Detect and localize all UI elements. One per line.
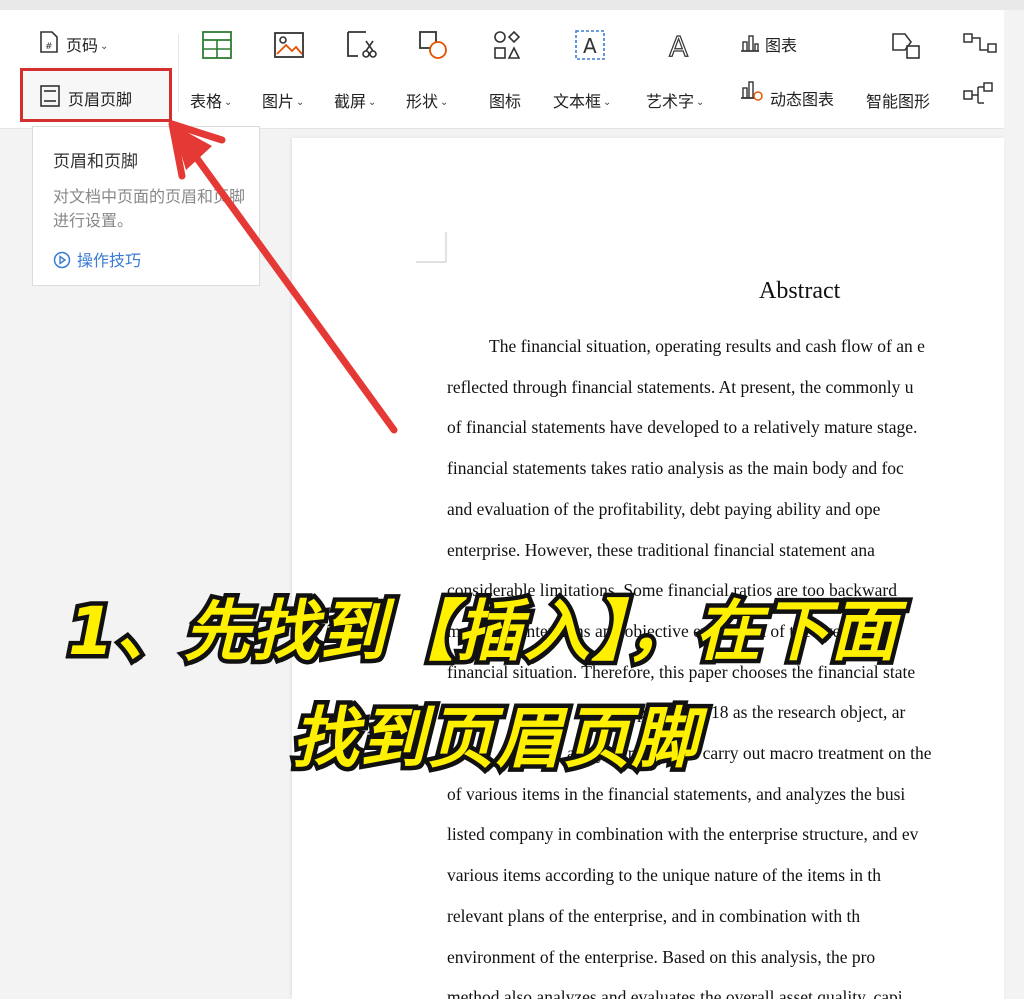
flowchart-icon[interactable] bbox=[962, 30, 1002, 56]
smart-shape-button[interactable]: 智能图形 bbox=[866, 88, 930, 112]
dynamic-chart-icon bbox=[738, 76, 764, 102]
caption-line-1: 1、先找到【插入】，在下面 bbox=[64, 589, 902, 675]
chart-label: 图表 bbox=[765, 36, 798, 55]
icon-library-label: 图标 bbox=[489, 92, 522, 111]
document-line: The financial situation, operating resul… bbox=[489, 336, 925, 356]
header-footer-icon bbox=[39, 84, 61, 108]
header-footer-tooltip: 页眉和页脚 对文档中页面的页眉和页脚进行设置。 操作技巧 bbox=[32, 126, 260, 286]
tooltip-tips-link[interactable]: 操作技巧 bbox=[53, 247, 141, 271]
document-line: method also analyzes and evaluates the o… bbox=[447, 987, 903, 999]
window-top-strip bbox=[0, 0, 1024, 10]
ribbon-divider bbox=[178, 34, 179, 112]
document-line: financial statements takes ratio analysi… bbox=[447, 458, 904, 479]
document-line: enterprise. However, these traditional f… bbox=[447, 539, 875, 560]
chevron-down-icon: ⌄ bbox=[368, 97, 377, 108]
document-title: Abstract bbox=[759, 278, 841, 304]
play-circle-icon bbox=[53, 251, 71, 269]
svg-text:A: A bbox=[669, 30, 688, 62]
chevron-down-icon: ⌄ bbox=[603, 97, 612, 108]
header-footer-label: 页眉页脚 bbox=[68, 90, 133, 109]
wordart-button[interactable]: 艺术字 ⌄ bbox=[646, 88, 704, 112]
table-button[interactable]: 表格 ⌄ bbox=[190, 88, 232, 112]
screenshot-icon bbox=[344, 28, 378, 62]
screenshot-button[interactable]: 截屏 ⌄ bbox=[334, 88, 376, 112]
chart-icon bbox=[738, 30, 762, 54]
tooltip-title: 页眉和页脚 bbox=[53, 152, 138, 172]
margin-corner-mark bbox=[416, 232, 447, 263]
document-page[interactable]: Abstract The financial situation, operat… bbox=[292, 138, 1004, 999]
smart-shape-label: 智能图形 bbox=[866, 92, 931, 111]
icon-library-icon bbox=[490, 28, 524, 62]
chevron-down-icon: ⌄ bbox=[296, 97, 305, 108]
textbox-label: 文本框 bbox=[553, 92, 602, 111]
picture-icon bbox=[272, 28, 306, 62]
tooltip-link-label: 操作技巧 bbox=[77, 251, 142, 270]
shape-button[interactable]: 形状 ⌄ bbox=[406, 88, 448, 112]
shape-icon bbox=[416, 28, 450, 62]
table-label: 表格 bbox=[190, 92, 223, 111]
chart-button[interactable]: 图表 bbox=[765, 32, 797, 56]
tooltip-description: 对文档中页面的页眉和页脚进行设置。 bbox=[53, 187, 246, 230]
document-line: environment of the enterprise. Based on … bbox=[447, 946, 876, 967]
document-line: various items according to the unique na… bbox=[447, 865, 881, 886]
icon-library-button[interactable]: 图标 bbox=[489, 88, 521, 112]
mindmap-icon[interactable] bbox=[962, 82, 1002, 108]
smart-shape-icon bbox=[889, 28, 923, 62]
wordart-label: 艺术字 bbox=[646, 92, 695, 111]
dynamic-chart-button[interactable]: 动态图表 bbox=[770, 86, 834, 110]
insert-ribbon: # 页码 ⌄ 页眉页脚 表格 ⌄ 图片 ⌄ 截屏 ⌄ 形状 ⌄ 图标 A 文本框 ⌄ A 艺… bbox=[0, 10, 1004, 129]
shape-label: 形状 bbox=[406, 92, 439, 111]
table-icon bbox=[200, 28, 234, 62]
page-number-button[interactable]: 页码 ⌄ bbox=[66, 32, 108, 56]
page-number-label: 页码 bbox=[66, 36, 99, 55]
textbox-icon: A bbox=[573, 28, 607, 62]
document-line: relevant plans of the enterprise, and in… bbox=[447, 905, 861, 926]
document-line: of financial statements have developed t… bbox=[447, 417, 918, 438]
chevron-down-icon: ⌄ bbox=[100, 41, 109, 52]
caption-line-2: 找到页眉页脚 bbox=[288, 696, 703, 782]
wordart-icon: A bbox=[664, 28, 698, 62]
document-line: of various items in the financial statem… bbox=[447, 783, 906, 804]
document-line: reflected through financial statements. … bbox=[447, 376, 914, 397]
dynamic-chart-label: 动态图表 bbox=[770, 90, 835, 109]
svg-text:A: A bbox=[583, 34, 597, 58]
chevron-down-icon: ⌄ bbox=[440, 97, 449, 108]
picture-button[interactable]: 图片 ⌄ bbox=[262, 88, 304, 112]
header-footer-button[interactable]: 页眉页脚 bbox=[20, 68, 172, 122]
picture-label: 图片 bbox=[262, 92, 295, 111]
chevron-down-icon: ⌄ bbox=[696, 97, 705, 108]
document-line: and evaluation of the profitability, deb… bbox=[447, 498, 881, 519]
textbox-button[interactable]: 文本框 ⌄ bbox=[553, 88, 611, 112]
document-line: listed company in combination with the e… bbox=[447, 824, 919, 845]
page-number-icon: # bbox=[38, 30, 60, 54]
screenshot-label: 截屏 bbox=[334, 92, 367, 111]
chevron-down-icon: ⌄ bbox=[224, 97, 233, 108]
svg-text:#: # bbox=[45, 42, 53, 52]
